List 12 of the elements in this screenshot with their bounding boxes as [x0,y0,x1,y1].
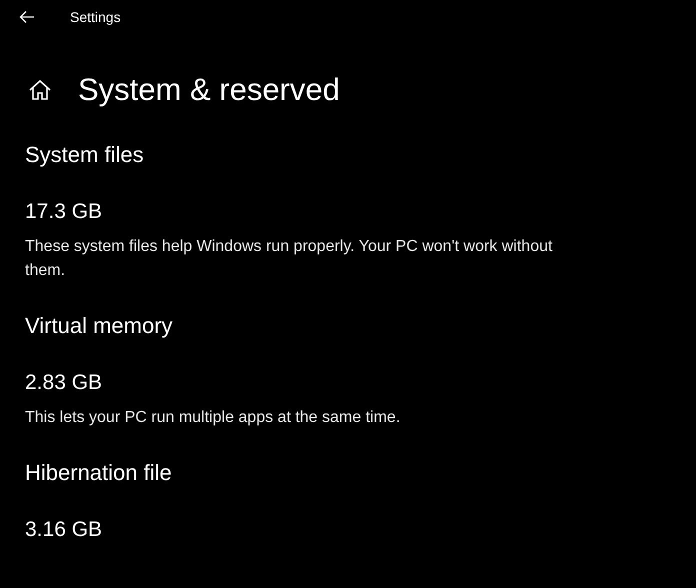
size-value: 17.3 GB [25,199,104,225]
section-description: This lets your PC run multiple apps at the same time. [25,408,402,428]
home-button[interactable] [28,79,52,101]
section-title: Hibernation file [25,459,173,487]
size-value: 2.83 GB [25,370,104,396]
section-description: These system files help Windows run properly. Your PC won't work without them. [25,237,554,281]
section-title: System files [25,141,145,169]
size-value: 3.16 GB [25,517,104,543]
window-title: Settings [70,9,121,25]
section-title: Virtual memory [25,312,174,340]
page-title: System & reserved [78,72,340,108]
home-icon [28,79,52,101]
